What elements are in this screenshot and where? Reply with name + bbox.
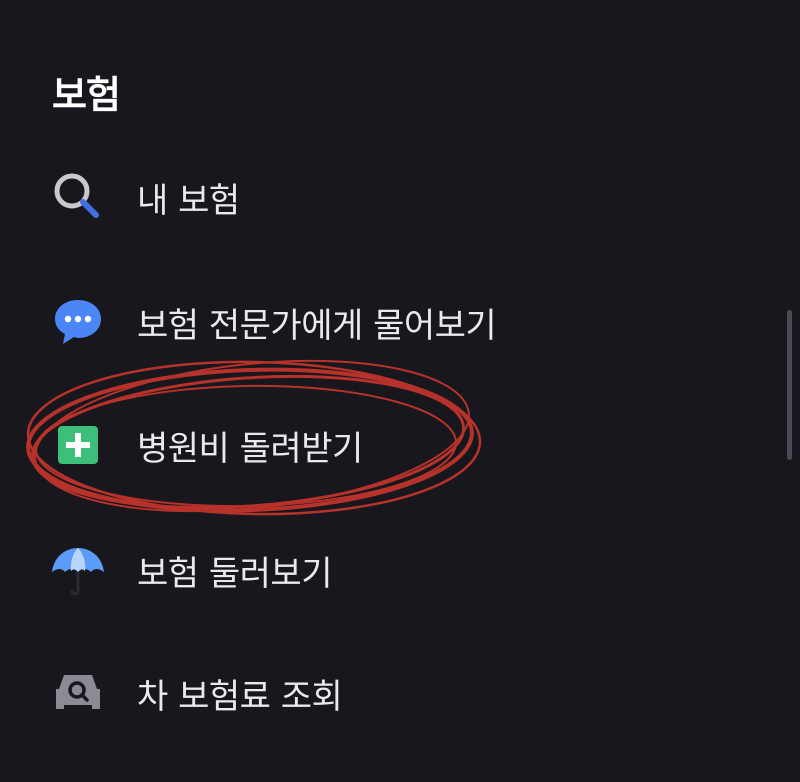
menu-item-hospital-refund[interactable]: 병원비 돌려받기 [0,400,760,490]
section-title: 보험 [52,73,121,117]
menu-item-label: 보험 둘러보기 [137,553,333,594]
menu-item-browse-insurance[interactable]: 보험 둘러보기 [0,525,760,615]
menu-item-label: 내 보험 [137,180,240,221]
menu-item-label: 병원비 돌려받기 [137,428,363,469]
insurance-menu-screen: 보험 내 보험 보험 전문가에게 물어보기 병원비 돌려받기 보험 둘러보기 차… [0,0,800,782]
menu-item-car-insurance-quote[interactable]: 차 보험료 조회 [0,648,760,738]
scrollbar[interactable] [787,310,792,460]
menu-item-ask-expert[interactable]: 보험 전문가에게 물어보기 [0,277,760,367]
search-icon [48,167,108,227]
plus-square-icon [48,415,108,475]
menu-item-my-insurance[interactable]: 내 보험 [0,152,760,242]
umbrella-icon [48,540,108,600]
car-search-icon [48,663,108,723]
chat-bubble-icon [48,292,108,352]
menu-item-label: 차 보험료 조회 [137,676,343,717]
menu-item-label: 보험 전문가에게 물어보기 [137,305,497,346]
